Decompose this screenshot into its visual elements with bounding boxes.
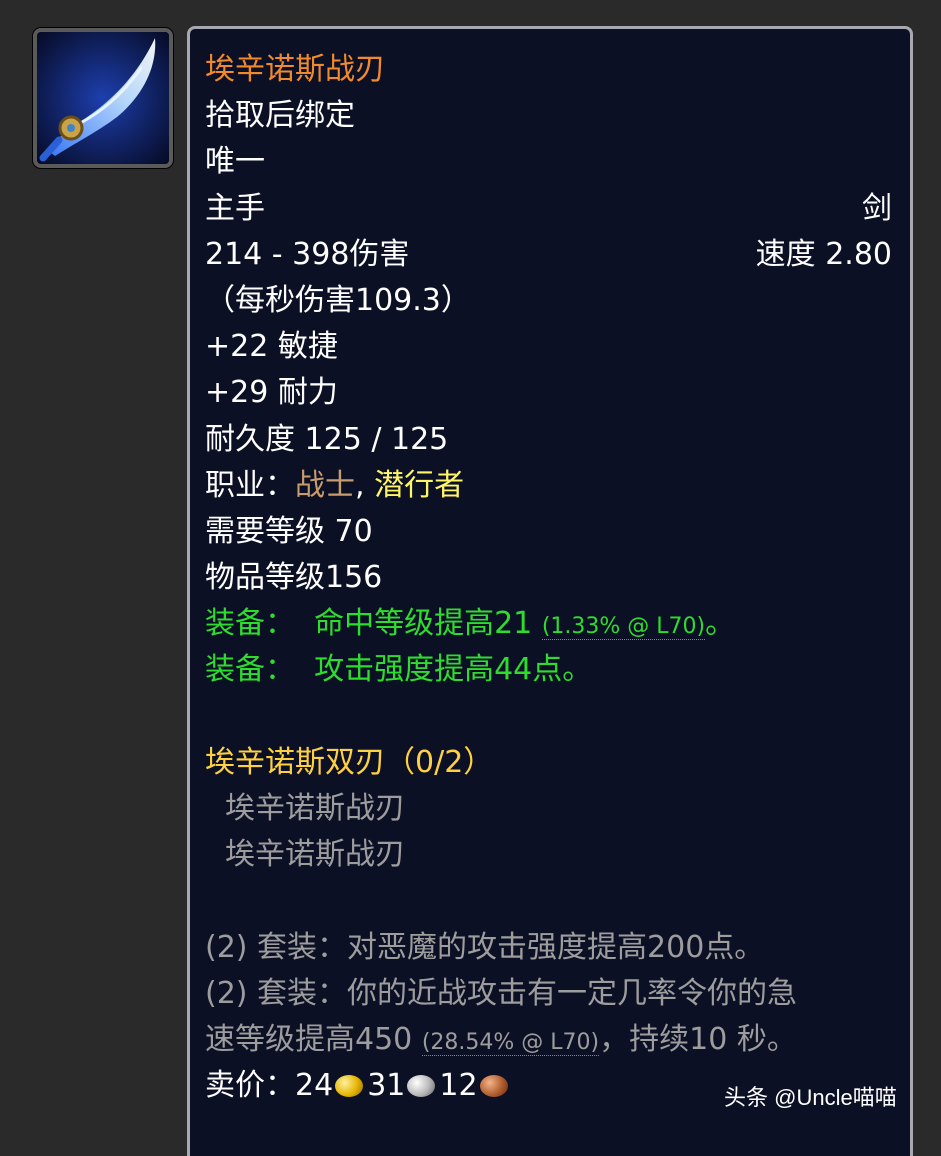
stamina-stat: +29 耐力 <box>205 375 338 411</box>
set-bonus-2-line-1: (2) 套装：你的近战攻击有一定几率令你的急 <box>205 975 798 1011</box>
equip-ap-text: 攻击强度提高44点。 <box>314 652 593 688</box>
sell-label: 卖价： <box>205 1068 295 1104</box>
agility-stat: +22 敏捷 <box>205 329 338 365</box>
item-title: 埃辛诺斯战刃 <box>205 52 385 87</box>
item-icon-frame[interactable] <box>33 28 173 168</box>
sell-copper: 12 <box>439 1068 478 1104</box>
class-rogue: 潜行者 <box>374 467 465 503</box>
equip-hit-text: 命中等级提高21 <box>314 606 533 642</box>
class-separator: , <box>355 467 375 503</box>
set-bonus-1: (2) 套装：对恶魔的攻击强度提高200点。 <box>205 929 765 965</box>
classes-label: 职业： <box>205 467 295 503</box>
sell-silver: 31 <box>367 1068 406 1104</box>
damage-row: 214 - 398伤害 速度 2.80 <box>205 232 892 278</box>
unique-text: 唯一 <box>205 144 265 180</box>
equip-hit-note[interactable]: (1.33% @ L70) <box>541 614 706 641</box>
required-level-text: 需要等级 70 <box>205 513 373 549</box>
equip-prefix: 装备： <box>205 606 295 642</box>
set-name: 埃辛诺斯双刃（0/2） <box>205 744 494 780</box>
class-warrior: 战士 <box>295 467 355 503</box>
watermark: 头条 @Uncle喵喵 <box>724 1085 897 1110</box>
speed-text: 速度 2.80 <box>755 236 892 272</box>
equip-effect-ap: 装备： 攻击强度提高44点。 <box>205 647 892 693</box>
bind-text: 拾取后绑定 <box>205 98 355 134</box>
item-level-text: 物品等级156 <box>205 560 383 596</box>
gold-coin-icon <box>335 1075 364 1098</box>
set-bonus-2-note[interactable]: (28.54% @ L70) <box>421 1029 600 1056</box>
item-tooltip: 埃辛诺斯战刃 拾取后绑定 唯一 主手 剑 214 - 398伤害 速度 2.80… <box>187 26 913 1156</box>
dps-text: （每秒伤害109.3） <box>205 282 471 318</box>
durability-text: 耐久度 125 / 125 <box>205 421 449 457</box>
set-item-1: 埃辛诺斯战刃 <box>225 791 405 826</box>
silver-coin-icon <box>407 1075 436 1098</box>
set-bonus-2-line-2: 速等级提高450 (28.54% @ L70)，持续10 秒。 <box>205 1017 892 1063</box>
set-bonus-2-text-b: ，持续10 秒。 <box>599 1021 797 1057</box>
sword-icon <box>37 32 169 164</box>
classes-row: 职业：战士, 潜行者 <box>205 463 892 509</box>
equip-hit-suffix: 。 <box>705 606 736 642</box>
slot-text: 主手 <box>205 190 265 226</box>
equip-prefix: 装备： <box>205 652 295 688</box>
weapon-type-text: 剑 <box>862 190 892 226</box>
damage-text: 214 - 398伤害 <box>205 236 410 272</box>
set-item-2: 埃辛诺斯战刃 <box>225 837 405 873</box>
slot-row: 主手 剑 <box>205 186 892 232</box>
sell-gold: 24 <box>295 1068 334 1104</box>
equip-effect-hit: 装备： 命中等级提高21 (1.33% @ L70)。 <box>205 601 892 647</box>
set-bonus-2-text-a: 速等级提高450 <box>205 1021 413 1057</box>
copper-coin-icon <box>479 1075 508 1098</box>
